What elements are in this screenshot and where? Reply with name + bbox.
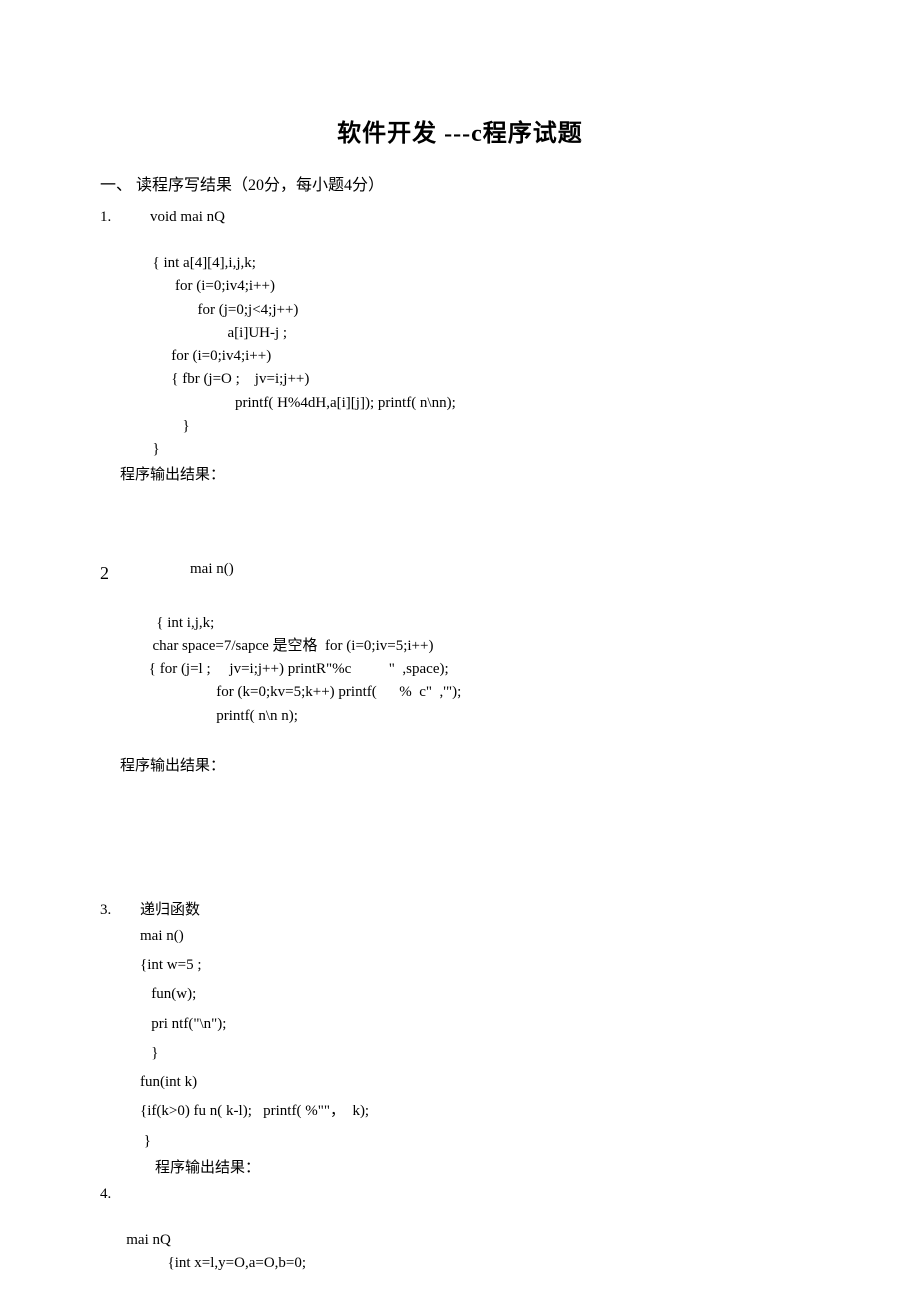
q3-l4: pri ntf("\n"); xyxy=(151,1016,226,1032)
q4-number: 4. xyxy=(100,1182,140,1206)
q3-l6: fun(int k) xyxy=(140,1074,197,1090)
q1-l5: a[i]UH-j ; xyxy=(228,325,288,341)
q3-code: mai n() {int w=5 ; fun(w); pri ntf("\n")… xyxy=(100,922,820,1156)
q1-l4: for (j=0;j<4;j++) xyxy=(198,302,299,318)
q2-l3: char space=7/sapce 是空格 for (i=0;iv=5;i++… xyxy=(153,638,434,654)
q1-l10: } xyxy=(153,441,160,457)
q1-l6: for (i=0;iv4;i++) xyxy=(171,348,271,364)
q3-l1: mai n() xyxy=(140,928,184,944)
q2-result-label: 程序输出结果： xyxy=(100,754,820,778)
question-2: 2 mai n() xyxy=(100,557,820,588)
page-title: 软件开发 ---c程序试题 xyxy=(100,115,820,153)
q2-code: { int i,j,k; char space=7/sapce 是空格 for … xyxy=(100,588,820,728)
q2-line1: mai n() xyxy=(150,557,234,581)
q3-l2: {int w=5 ; xyxy=(140,957,202,973)
q2-l4: { for (j=l ; jv=i;j++) printR"%c " ,spac… xyxy=(149,661,449,677)
question-4: 4. xyxy=(100,1182,820,1206)
q1-l7: { fbr (j=O ; jv=i;j++) xyxy=(171,371,309,387)
q1-result-label: 程序输出结果： xyxy=(100,463,820,487)
q4-code: mai nQ {int x=l,y=O,a=O,b=0; xyxy=(100,1206,820,1276)
q1-line1: void mai nQ xyxy=(150,205,225,229)
q3-l3: fun(w); xyxy=(151,986,196,1002)
q1-l8: printf( H%4dH,a[i][j]); printf( n\nn); xyxy=(235,395,456,411)
q1-number: 1. xyxy=(100,205,150,229)
q3-l5: } xyxy=(151,1045,158,1061)
q2-l2: { int i,j,k; xyxy=(156,615,214,631)
q2-l5: for (k=0;kv=5;k++) printf( % c" ,'"); xyxy=(216,684,461,700)
q2-number: 2 xyxy=(100,557,150,588)
q1-l2: { int a[4][4],i,j,k; xyxy=(153,255,256,271)
q3-result-label: 程序输出结果： xyxy=(100,1156,820,1180)
q4-l2: {int x=l,y=O,a=O,b=0; xyxy=(168,1255,307,1271)
q3-label: 递归函数 xyxy=(140,898,200,922)
question-1: 1. void mai nQ xyxy=(100,205,820,229)
section-heading: 一、 读程序写结果（20分，每小题4分） xyxy=(100,173,820,199)
q1-l3: for (i=0;iv4;i++) xyxy=(175,278,275,294)
q2-l6: printf( n\n n); xyxy=(216,708,298,724)
q3-number: 3. xyxy=(100,898,140,922)
q3-l8: } xyxy=(144,1133,151,1149)
q4-l1: mai nQ xyxy=(126,1232,171,1248)
q1-l9: } xyxy=(183,418,190,434)
q1-code: { int a[4][4],i,j,k; for (i=0;iv4;i++) f… xyxy=(100,229,820,462)
question-3: 3. 递归函数 xyxy=(100,898,820,922)
q3-l7: {if(k>0) fu n( k-l); printf( %""， k); xyxy=(140,1103,369,1119)
